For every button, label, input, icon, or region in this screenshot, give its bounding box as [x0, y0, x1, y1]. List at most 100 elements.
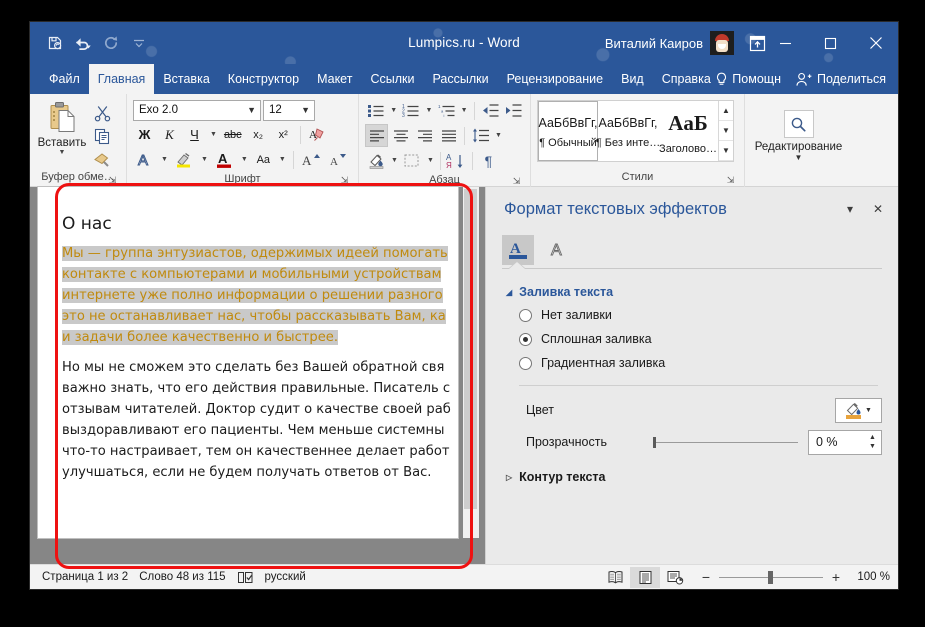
shading-icon[interactable]	[365, 149, 388, 172]
panel-menu-caret-icon[interactable]: ▾	[836, 195, 864, 223]
styles-more-icon[interactable]: ▼	[719, 141, 733, 161]
highlight-caret-icon[interactable]: ▼	[199, 156, 210, 163]
tab-layout[interactable]: Макет	[308, 64, 361, 94]
styles-dialog-launcher[interactable]: ⇲	[725, 175, 736, 186]
multilevel-list-icon[interactable]: 1ai	[435, 99, 457, 122]
underline-button[interactable]: Ч	[183, 123, 206, 146]
panel-close-icon[interactable]: ✕	[864, 195, 892, 223]
print-layout-view-button[interactable]	[630, 567, 660, 588]
bullets-icon[interactable]	[365, 99, 387, 122]
web-layout-view-button[interactable]	[660, 567, 690, 588]
transparency-slider[interactable]	[654, 442, 808, 443]
decrease-indent-icon[interactable]	[479, 99, 501, 122]
font-color-caret-icon[interactable]: ▼	[239, 156, 250, 163]
undo-icon[interactable]	[70, 29, 96, 57]
zoom-percentage[interactable]: 100 %	[850, 571, 890, 583]
show-formatting-marks-button[interactable]: ¶	[477, 149, 500, 172]
tab-home[interactable]: Главная	[89, 64, 155, 94]
clipboard-dialog-launcher[interactable]: ⇲	[107, 175, 118, 186]
text-effects-icon[interactable]: A	[133, 148, 157, 171]
chevron-down-icon[interactable]: ▼	[299, 105, 312, 115]
clear-formatting-icon[interactable]: A	[306, 123, 329, 146]
font-name-combo[interactable]: Exo 2.0 ▼	[133, 100, 261, 121]
document-page[interactable]: О нас Мы — группа энтузиастов, одержимых…	[38, 187, 458, 538]
justify-button[interactable]	[437, 124, 460, 147]
zoom-slider-track[interactable]	[719, 577, 823, 578]
spinner-down-icon[interactable]: ▼	[869, 442, 876, 451]
font-size-combo[interactable]: 12 ▼	[263, 100, 315, 121]
line-spacing-caret-icon[interactable]: ▼	[493, 132, 504, 139]
format-painter-icon[interactable]	[88, 148, 116, 170]
status-words[interactable]: Слово 48 из 115	[139, 571, 236, 583]
paste-caret-icon[interactable]: ▼	[57, 149, 68, 156]
document-vertical-scrollbar[interactable]	[463, 187, 479, 538]
sort-icon[interactable]: AЯ	[445, 149, 468, 172]
redo-icon[interactable]	[98, 29, 124, 57]
borders-icon[interactable]	[401, 149, 424, 172]
align-right-button[interactable]	[413, 124, 436, 147]
bold-button[interactable]: Ж	[133, 123, 156, 146]
bullets-caret-icon[interactable]: ▼	[388, 107, 399, 114]
radio-solid-fill[interactable]: Сплошная заливка	[502, 327, 882, 351]
shading-caret-icon[interactable]: ▼	[389, 157, 400, 164]
font-color-icon[interactable]: A	[212, 148, 237, 171]
zoom-out-button[interactable]: −	[700, 569, 712, 585]
line-spacing-icon[interactable]	[469, 124, 492, 147]
tell-me-search[interactable]: Помощн	[709, 72, 787, 87]
proofing-icon[interactable]	[237, 570, 265, 585]
cut-icon[interactable]	[88, 102, 116, 124]
close-button[interactable]	[853, 22, 898, 64]
font-dialog-launcher[interactable]: ⇲	[339, 175, 350, 186]
text-effects-tab[interactable]: A	[542, 235, 574, 265]
change-case-button[interactable]: Aa	[252, 148, 275, 171]
spinner-buttons[interactable]: ▲ ▼	[864, 431, 881, 454]
change-case-caret-icon[interactable]: ▼	[277, 156, 288, 163]
section-header-text-outline[interactable]: ▷ Контур текста	[502, 466, 882, 488]
share-button[interactable]: Поделиться	[790, 72, 892, 87]
align-center-button[interactable]	[389, 124, 412, 147]
align-left-button[interactable]	[365, 124, 388, 147]
paragraph-dialog-launcher[interactable]: ⇲	[511, 176, 522, 187]
text-effects-caret-icon[interactable]: ▼	[159, 156, 170, 163]
strikethrough-button[interactable]: abc	[221, 123, 245, 146]
borders-caret-icon[interactable]: ▼	[425, 157, 436, 164]
document-selected-paragraph[interactable]: Мы — группа энтузиастов, одержимых идеей…	[62, 243, 440, 348]
document-second-paragraph[interactable]: Но мы не сможем это сделать без Вашей об…	[62, 357, 440, 483]
save-icon[interactable]	[42, 29, 68, 57]
avatar[interactable]	[710, 31, 734, 55]
styles-scroll-down-icon[interactable]: ▼	[719, 121, 733, 141]
chevron-down-icon[interactable]: ▼	[245, 105, 258, 115]
italic-button[interactable]: К	[158, 123, 181, 146]
search-icon[interactable]	[784, 110, 814, 138]
style-item-heading1[interactable]: AaБ Заголово…	[658, 101, 718, 161]
customize-qat-icon[interactable]	[126, 29, 152, 57]
radio-gradient-fill[interactable]: Градиентная заливка	[502, 351, 882, 375]
editing-caret-icon[interactable]: ▼	[795, 153, 803, 162]
copy-icon[interactable]	[88, 125, 116, 147]
tab-insert[interactable]: Вставка	[154, 64, 218, 94]
zoom-slider-thumb[interactable]	[768, 571, 773, 584]
section-header-text-fill[interactable]: ◢ Заливка текста	[502, 281, 882, 303]
underline-caret-icon[interactable]: ▼	[208, 131, 219, 138]
tab-review[interactable]: Рецензирование	[498, 64, 613, 94]
highlight-color-icon[interactable]	[172, 148, 197, 171]
status-page[interactable]: Страница 1 из 2	[42, 571, 139, 583]
tab-design[interactable]: Конструктор	[219, 64, 308, 94]
account-area[interactable]: Виталий Каиров	[605, 22, 734, 64]
styles-scroll-up-icon[interactable]: ▲	[719, 101, 733, 121]
scrollbar-thumb[interactable]	[464, 189, 477, 509]
status-language[interactable]: русский	[265, 571, 317, 583]
radio-no-fill[interactable]: Нет заливки	[502, 303, 882, 327]
superscript-button[interactable]: x²	[272, 123, 295, 146]
fill-color-button[interactable]: ▼	[835, 398, 882, 423]
tab-view[interactable]: Вид	[612, 64, 653, 94]
minimize-button[interactable]	[763, 22, 808, 64]
numbering-icon[interactable]: 123	[400, 99, 422, 122]
tab-references[interactable]: Ссылки	[361, 64, 423, 94]
read-mode-view-button[interactable]	[600, 567, 630, 588]
multilevel-caret-icon[interactable]: ▼	[459, 107, 470, 114]
increase-indent-icon[interactable]	[502, 99, 524, 122]
style-item-no-spacing[interactable]: АаБбВвГг, ¶ Без инте…	[598, 101, 658, 161]
transparency-spinner[interactable]: 0 % ▲ ▼	[808, 430, 882, 455]
shrink-font-icon[interactable]: A	[326, 148, 351, 171]
